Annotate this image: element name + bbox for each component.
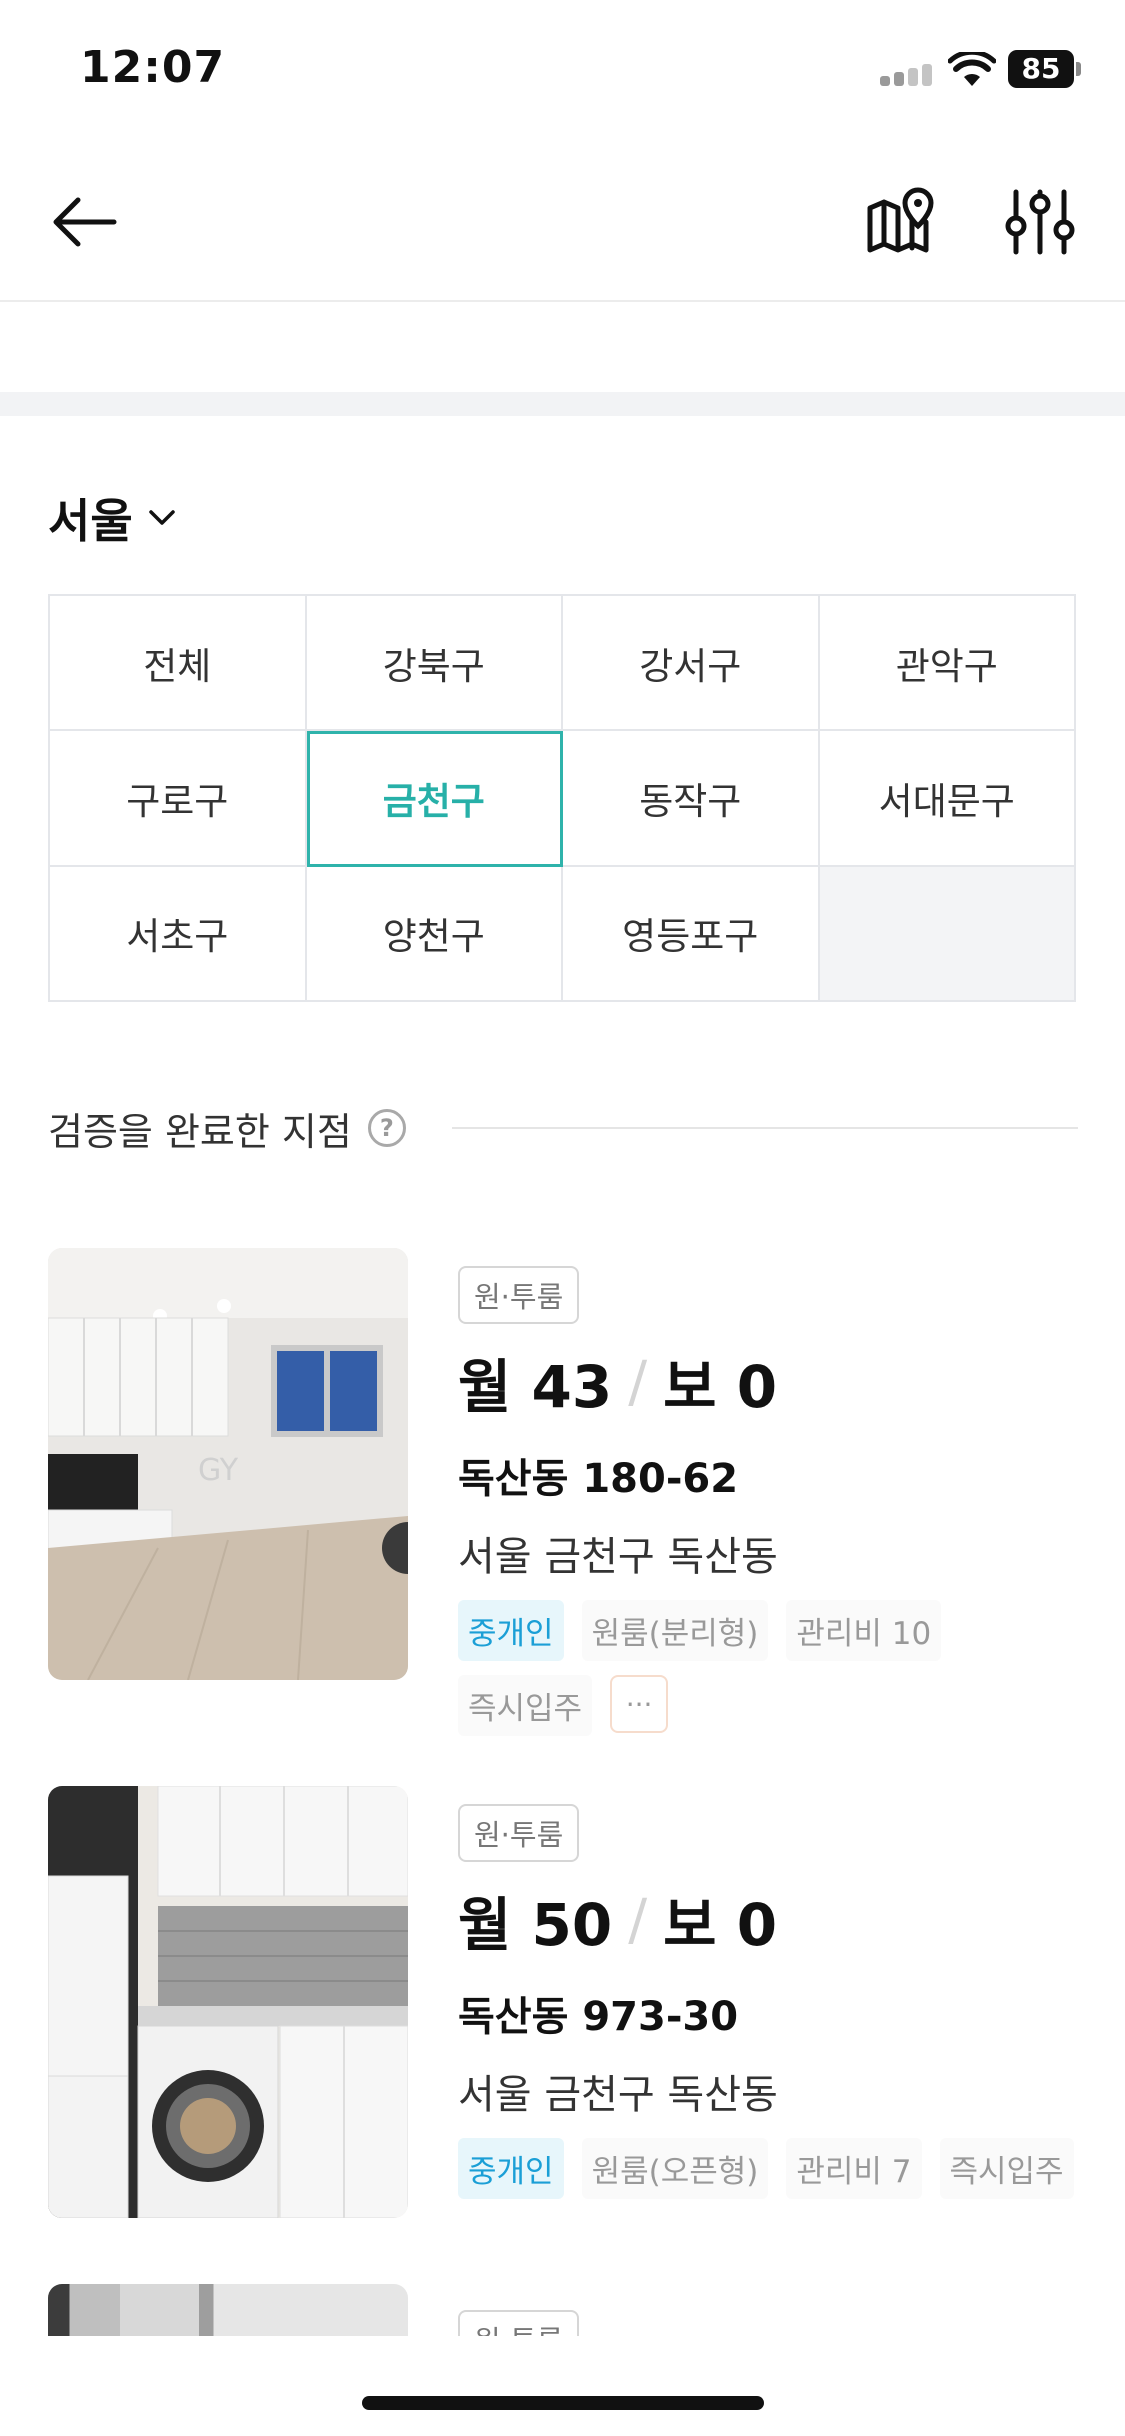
status-bar: 12:07 85 bbox=[0, 0, 1125, 140]
svg-text:GY: GY bbox=[198, 1453, 239, 1488]
room-layout-tag: 원룸(오픈형) bbox=[581, 2138, 769, 2199]
battery-icon: 85 bbox=[1008, 50, 1081, 88]
listing-card[interactable]: 원·투룸 월 50 / 보 0 독산동 973-30 서울 금천구 독산동 중개… bbox=[48, 1786, 1078, 2226]
move-in-tag: 즉시입주 bbox=[458, 1675, 593, 1736]
wifi-icon bbox=[948, 52, 996, 86]
listing-photo bbox=[48, 1786, 408, 2218]
price: 월 43 / 보 0 bbox=[458, 1340, 1078, 1424]
map-pin-icon[interactable] bbox=[860, 182, 940, 262]
price-separator: / bbox=[628, 1349, 648, 1415]
header-spacer bbox=[0, 304, 1125, 392]
maintenance-fee-tag: 관리비 10 bbox=[786, 1600, 942, 1661]
room-layout-tag: 원룸(분리형) bbox=[581, 1600, 769, 1661]
district-seocho[interactable]: 서초구 bbox=[50, 866, 307, 1002]
listing-card-partial[interactable]: 원·투룸 bbox=[48, 2284, 1078, 2336]
move-in-tag: 즉시입주 bbox=[939, 2138, 1074, 2199]
battery-level: 85 bbox=[1008, 50, 1074, 88]
listing-address: 독산동 973-30 bbox=[458, 1994, 739, 2040]
listing-photo: GY bbox=[48, 1248, 408, 1680]
monthly-rent: 월 50 bbox=[458, 1891, 613, 1959]
status-time: 12:07 bbox=[80, 42, 226, 93]
top-app-bar bbox=[0, 140, 1125, 302]
district-dongjak[interactable]: 동작구 bbox=[563, 731, 820, 867]
region-name: 서울 bbox=[48, 494, 133, 548]
room-type-badge: 원·투룸 bbox=[458, 2310, 580, 2336]
maintenance-fee-tag: 관리비 7 bbox=[786, 2138, 922, 2199]
deposit: 보 0 bbox=[663, 1353, 778, 1421]
filter-sliders-icon[interactable] bbox=[1000, 182, 1080, 262]
room-type-badge: 원·투룸 bbox=[458, 1266, 580, 1324]
cellular-signal-icon bbox=[880, 62, 936, 86]
listing-info: 원·투룸 월 43 / 보 0 독산동 180-62 서울 금천구 독산동 중개… bbox=[458, 1266, 1078, 1736]
district-all[interactable]: 전체 bbox=[50, 596, 307, 732]
broker-tag: 중개인 bbox=[458, 1600, 564, 1661]
section-title: 검증을 완료한 지점 bbox=[48, 1109, 352, 1154]
section-divider bbox=[0, 392, 1125, 416]
district-gangbuk[interactable]: 강북구 bbox=[306, 596, 563, 732]
more-tags-button[interactable]: ··· bbox=[610, 1675, 669, 1733]
district-grid: 전체 강북구 강서구 관악구 구로구 금천구 동작구 서대문구 서초구 양천구 … bbox=[48, 594, 1076, 1002]
listing-tags: 중개인 원룸(분리형) 관리비 10 즉시입주 ··· bbox=[458, 1600, 1018, 1736]
verified-section-header: 검증을 완료한 지점 ? bbox=[48, 1100, 1078, 1156]
listing-tags: 중개인 원룸(오픈형) 관리비 7 즉시입주 bbox=[458, 2138, 1098, 2199]
monthly-rent: 월 43 bbox=[458, 1353, 613, 1421]
listing-info: 원·투룸 월 50 / 보 0 독산동 973-30 서울 금천구 독산동 중개… bbox=[458, 1804, 1078, 2199]
district-gangseo[interactable]: 강서구 bbox=[563, 596, 820, 732]
region-dropdown[interactable]: 서울 bbox=[48, 488, 177, 548]
back-arrow-icon[interactable] bbox=[44, 182, 124, 262]
listing-address: 독산동 180-62 bbox=[458, 1456, 739, 1502]
price: 월 50 / 보 0 bbox=[458, 1878, 1078, 1962]
room-type-badge: 원·투룸 bbox=[458, 1804, 580, 1862]
district-yangcheon[interactable]: 양천구 bbox=[306, 866, 563, 1002]
district-guro[interactable]: 구로구 bbox=[50, 731, 307, 867]
listing-location: 서울 금천구 독산동 bbox=[458, 2072, 778, 2118]
section-rule bbox=[451, 1127, 1078, 1129]
district-gwanak[interactable]: 관악구 bbox=[819, 596, 1076, 732]
price-separator: / bbox=[628, 1887, 648, 1953]
home-indicator bbox=[362, 2396, 764, 2410]
help-icon[interactable]: ? bbox=[367, 1109, 406, 1147]
district-yeongdeungpo[interactable]: 영등포구 bbox=[563, 866, 820, 1002]
district-empty-cell bbox=[819, 866, 1076, 1002]
listing-card[interactable]: GY 원·투룸 월 43 / 보 0 독산동 180-62 서울 금천구 독산동… bbox=[48, 1248, 1078, 1736]
listing-photo bbox=[48, 2284, 408, 2336]
district-geumcheon-selected[interactable]: 금천구 bbox=[306, 731, 563, 867]
listing-location: 서울 금천구 독산동 bbox=[458, 1534, 778, 1580]
chevron-down-icon bbox=[148, 510, 175, 525]
broker-tag: 중개인 bbox=[458, 2138, 564, 2199]
deposit: 보 0 bbox=[663, 1891, 778, 1959]
district-seodaemun[interactable]: 서대문구 bbox=[819, 731, 1076, 867]
